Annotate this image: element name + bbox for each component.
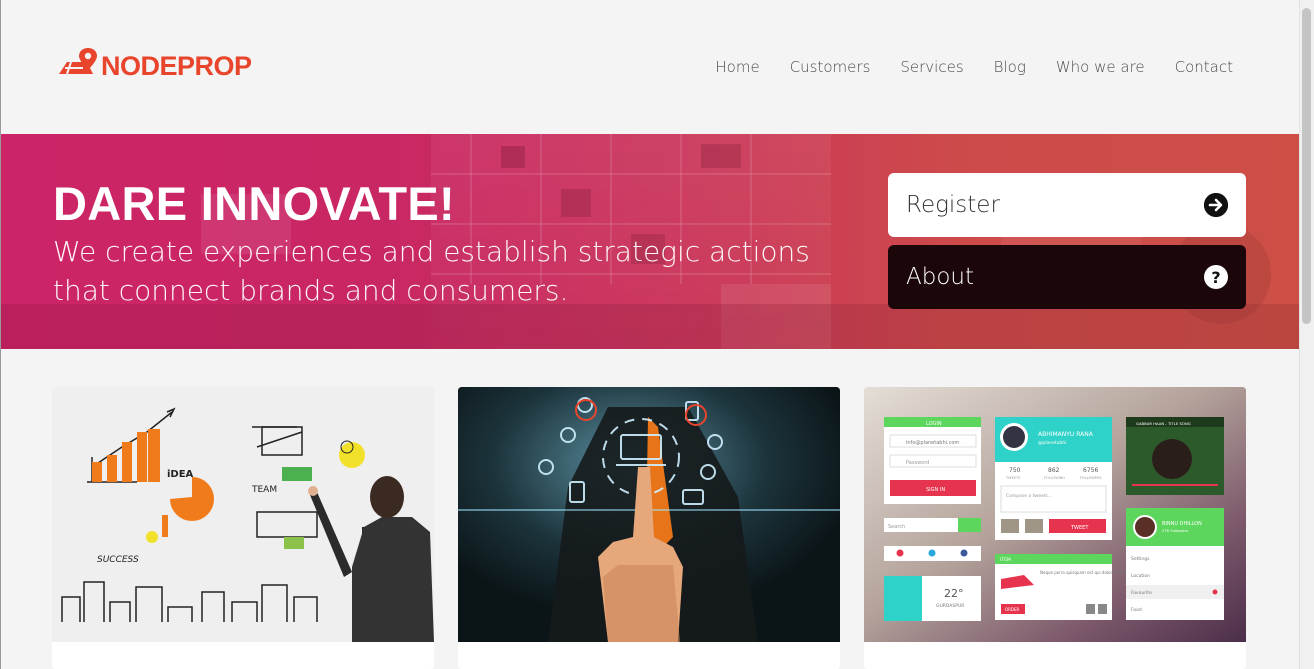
ui-kit-user2-name: BINNU DHILLON [1162, 521, 1202, 527]
ui-kit-weather-temp: 22° [944, 587, 964, 600]
ui-kit-search: Search [888, 524, 905, 530]
ui-kit-profile-handle: @planetabhi [1038, 440, 1066, 446]
ui-kit-stat-tweets-label: TWEETS [1005, 476, 1021, 480]
ui-kit-stat-following-label: FOLLOWING [1044, 476, 1065, 480]
ui-kit-menu-favourite: Favourite [1131, 590, 1152, 596]
ui-kit-tweet: TWEET [1070, 525, 1089, 531]
ui-kit-stat-followers: 6756 [1083, 467, 1098, 474]
brand-logo[interactable]: NODEPROP [57, 46, 252, 86]
hero-title: DARE INNOVATE! [53, 177, 455, 230]
ui-kit-music-title: GABBAR HAAN - TITLE SONG [1136, 421, 1191, 426]
card-flat-ui-kit[interactable]: LOGIN info@planetabhi.com Password SIGN … [864, 387, 1246, 669]
arrow-right-circle-icon [1204, 193, 1228, 217]
ui-kit-email: info@planetabhi.com [906, 440, 959, 446]
nav-home[interactable]: Home [715, 56, 759, 78]
nav-contact[interactable]: Contact [1175, 56, 1233, 78]
ui-kit-stat-tweets: 750 [1009, 467, 1021, 474]
nav-who-we-are[interactable]: Who we are [1056, 56, 1145, 78]
question-circle-icon: ? [1204, 265, 1228, 289]
flat-ui-kit-widgets-image: LOGIN info@planetabhi.com Password SIGN … [864, 387, 1246, 642]
ui-kit-password: Password [906, 460, 929, 466]
svg-text:iDEA: iDEA [167, 469, 194, 480]
ui-kit-menu-food: Food [1131, 607, 1142, 613]
ui-kit-user2-sub: 27K Followers [1162, 528, 1188, 533]
scrollbar-thumb[interactable] [1302, 8, 1311, 324]
ui-kit-weather-city: GURDASPUR [936, 603, 964, 609]
nav-blog[interactable]: Blog [994, 56, 1026, 78]
nav-customers[interactable]: Customers [790, 56, 871, 78]
hero-subtitle: We create experiences and establish stra… [53, 235, 810, 307]
ui-kit-profile-name: ABHIMANYU RANA [1038, 431, 1094, 438]
brand-name: NODEPROP [101, 51, 252, 81]
ui-kit-login-title: LOGIN [926, 421, 942, 427]
page-scrollbar[interactable] [1299, 0, 1314, 669]
business-strategy-sketch-image: iDEA TEAM SUCCESS [52, 387, 434, 642]
site-header: NODEPROP Home Customers Services Blog Wh… [1, 0, 1299, 134]
main-nav: Home Customers Services Blog Who we are … [685, 56, 1233, 78]
ui-kit-compose: Compose a tweets... [1006, 493, 1052, 499]
svg-text:TEAM: TEAM [251, 485, 277, 495]
hero-banner: DARE INNOVATE! We create experiences and… [1, 134, 1299, 349]
ui-kit-sign-in: SIGN IN [926, 487, 945, 493]
ui-kit-item-title: ITEM [1000, 557, 1011, 563]
about-label: About [906, 264, 975, 290]
card-touch-technology[interactable] [458, 387, 840, 669]
ui-kit-order: ORDER [1005, 607, 1020, 612]
card-business-strategy[interactable]: iDEA TEAM SUCCESS [52, 387, 434, 669]
ui-kit-stat-followers-label: FOLLOWERS [1080, 476, 1102, 480]
ui-kit-menu-settings: Settings [1131, 556, 1150, 562]
ui-kit-menu-location: Location [1131, 573, 1150, 579]
touch-technology-icons-image [458, 387, 840, 642]
map-pin-logo-icon [57, 46, 101, 86]
register-button[interactable]: Register [888, 173, 1246, 237]
about-button[interactable]: About ? [888, 245, 1246, 309]
register-label: Register [906, 192, 1000, 218]
nav-services[interactable]: Services [900, 56, 963, 78]
ui-kit-stat-following: 862 [1048, 467, 1060, 474]
svg-text:SUCCESS: SUCCESS [97, 555, 139, 565]
